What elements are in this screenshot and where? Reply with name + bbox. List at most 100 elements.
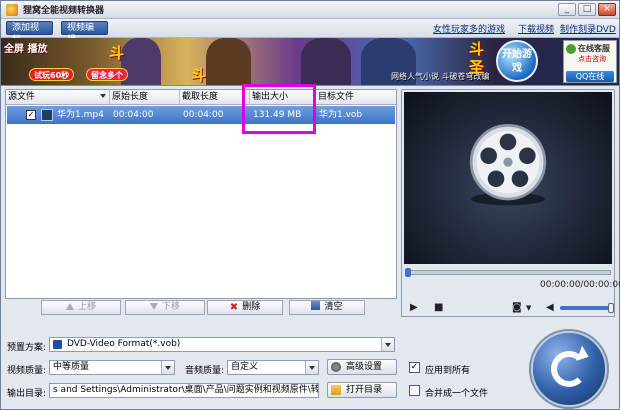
- output-dir-label: 输出目录:: [7, 389, 47, 399]
- support-icon: [566, 44, 576, 54]
- banner-multi-pill[interactable]: 留念多个: [86, 68, 128, 81]
- wrench-icon: [331, 362, 341, 372]
- column-cut-length[interactable]: 截取长度: [180, 90, 250, 105]
- move-down-label: 下移: [161, 302, 180, 312]
- output-dir-value: s and Settings\Administrator\桌面\产品\问题实例和…: [53, 385, 319, 395]
- apply-all-label: 应用到所有: [425, 366, 471, 376]
- advanced-settings-button[interactable]: 高级设置: [327, 359, 397, 375]
- cell-original-length: 00:04:00: [113, 110, 154, 120]
- film-icon: [41, 109, 53, 121]
- apply-all-checkbox[interactable]: ✓: [409, 362, 420, 373]
- column-label: 目标文件: [318, 92, 355, 102]
- link-download-video[interactable]: 下载视频: [518, 22, 554, 35]
- preset-value: DVD-Video Format(*.vob): [67, 339, 181, 349]
- delete-button[interactable]: ✖ 删除: [207, 300, 283, 315]
- video-preview-screen: [404, 92, 612, 264]
- move-up-label: 上移: [77, 302, 96, 312]
- video-quality-select[interactable]: 中等质量: [49, 360, 175, 375]
- play-icon[interactable]: ▶: [410, 302, 418, 314]
- move-down-button[interactable]: 下移: [125, 300, 205, 315]
- open-directory-button[interactable]: 打开目录: [327, 382, 397, 398]
- clear-label: 清空: [324, 302, 343, 312]
- app-window: 狸窝全能视频转换器 _ □ × 添加视频 视频编辑 女性玩家多的游戏 下载视频 …: [0, 0, 620, 410]
- column-target[interactable]: 目标文件: [316, 90, 396, 105]
- chevron-down-icon[interactable]: [161, 361, 174, 374]
- ad-banner[interactable]: 全屏 播放 试玩60秒 留念多个 斗 斗 斗 圣 网络人气小说 斗破苍穹改编 开…: [1, 38, 619, 86]
- list-action-bar: 上移 下移 ✖ 删除 清空: [5, 299, 397, 317]
- preview-panel: 00:00:00/00:00:00 ▶ ■ ◙ ▼ ◀: [401, 89, 620, 317]
- qq-online-button[interactable]: QQ在线: [566, 71, 614, 82]
- edit-video-button[interactable]: 视频编辑: [61, 21, 108, 45]
- title-bar: 狸窝全能视频转换器 _ □ ×: [1, 1, 619, 19]
- clear-button[interactable]: 清空: [289, 300, 365, 315]
- preset-select[interactable]: DVD-Video Format(*.vob): [49, 337, 395, 352]
- link-female-games[interactable]: 女性玩家多的游戏: [433, 22, 505, 35]
- sort-arrow-icon: [100, 94, 106, 98]
- banner-novel-text: 网络人气小说 斗破苍穹改编: [391, 72, 490, 81]
- online-support-box[interactable]: 在线客服 点击咨询 QQ在线: [563, 40, 617, 83]
- file-list[interactable]: 源文件 原始长度 截取长度 输出大小 目标文件 ✓ 华为1.mp4 00:04:…: [5, 89, 397, 299]
- minimize-button[interactable]: _: [558, 3, 576, 16]
- dvd-icon: [53, 340, 62, 349]
- video-quality-value: 中等质量: [53, 362, 90, 372]
- output-dir-field[interactable]: s and Settings\Administrator\桌面\产品\问题实例和…: [49, 383, 319, 398]
- banner-title-char: 斗: [109, 44, 125, 62]
- volume-slider[interactable]: [560, 303, 614, 313]
- film-reel-icon: [469, 123, 547, 206]
- row-checkbox[interactable]: ✓: [26, 110, 36, 120]
- merge-checkbox[interactable]: [409, 385, 420, 396]
- volume-handle[interactable]: [608, 303, 614, 313]
- banner-figure: [121, 38, 161, 85]
- column-label: 源文件: [8, 92, 36, 102]
- banner-figure: [301, 38, 351, 85]
- chevron-down-icon[interactable]: [305, 361, 318, 374]
- start-game-button[interactable]: 开始游戏: [496, 40, 538, 82]
- arrow-up-icon: [65, 303, 74, 310]
- banner-figure: [206, 38, 251, 85]
- banner-fullscreen-text: 全屏 播放: [4, 44, 48, 55]
- move-up-button[interactable]: 上移: [41, 300, 121, 315]
- stop-icon[interactable]: ■: [434, 302, 443, 314]
- window-controls: _ □ ×: [558, 3, 616, 16]
- snapshot-icon[interactable]: ◙: [512, 302, 522, 314]
- advanced-settings-label: 高级设置: [346, 362, 383, 372]
- menu-bar: 添加视频 视频编辑 女性玩家多的游戏 下载视频 制作刻录DVD: [1, 19, 619, 45]
- banner-title-char: 斗: [191, 66, 207, 84]
- volume-icon[interactable]: ◀: [546, 302, 554, 314]
- column-label: 原始长度: [112, 92, 149, 102]
- banner-trial-pill[interactable]: 试玩60秒: [29, 68, 75, 81]
- online-support-title: 在线客服: [578, 44, 610, 53]
- audio-quality-label: 音频质量:: [185, 366, 225, 376]
- table-row[interactable]: ✓ 华为1.mp4 00:04:00 00:04:00 131.49 MB 华为…: [7, 106, 395, 124]
- snapshot-dropdown-icon[interactable]: ▼: [526, 304, 531, 316]
- folder-icon: [331, 385, 341, 395]
- video-quality-label: 视频质量:: [7, 366, 47, 376]
- online-support-sub: 点击咨询: [578, 55, 606, 63]
- seek-handle[interactable]: [405, 268, 411, 277]
- close-button[interactable]: ×: [598, 3, 616, 16]
- chevron-down-icon[interactable]: [381, 338, 394, 351]
- convert-button[interactable]: [531, 331, 607, 407]
- audio-quality-select[interactable]: 自定义: [227, 360, 319, 375]
- add-video-button[interactable]: 添加视频: [6, 21, 53, 45]
- delete-label: 删除: [242, 302, 261, 312]
- convert-arrowhead-icon: [576, 345, 592, 365]
- maximize-button[interactable]: □: [578, 3, 596, 16]
- app-logo-icon: [6, 3, 18, 16]
- open-directory-label: 打开目录: [346, 385, 383, 395]
- column-original-length[interactable]: 原始长度: [110, 90, 180, 105]
- cell-cut-length: 00:04:00: [183, 110, 224, 120]
- cell-target: 华为1.vob: [319, 110, 363, 120]
- playback-time: 00:00:00/00:00:00: [540, 280, 620, 290]
- file-list-header: 源文件 原始长度 截取长度 输出大小 目标文件: [6, 90, 396, 105]
- delete-x-icon: ✖: [229, 302, 239, 313]
- link-make-dvd[interactable]: 制作刻录DVD: [560, 22, 616, 35]
- clear-icon: [311, 301, 321, 310]
- seek-bar[interactable]: [405, 268, 611, 277]
- column-label: 截取长度: [182, 92, 219, 102]
- preset-label: 预置方案:: [7, 343, 47, 353]
- annotation-highlight-box: [242, 84, 316, 134]
- cell-source: 华为1.mp4: [57, 110, 104, 120]
- column-source[interactable]: 源文件: [6, 90, 110, 105]
- audio-quality-value: 自定义: [231, 362, 259, 372]
